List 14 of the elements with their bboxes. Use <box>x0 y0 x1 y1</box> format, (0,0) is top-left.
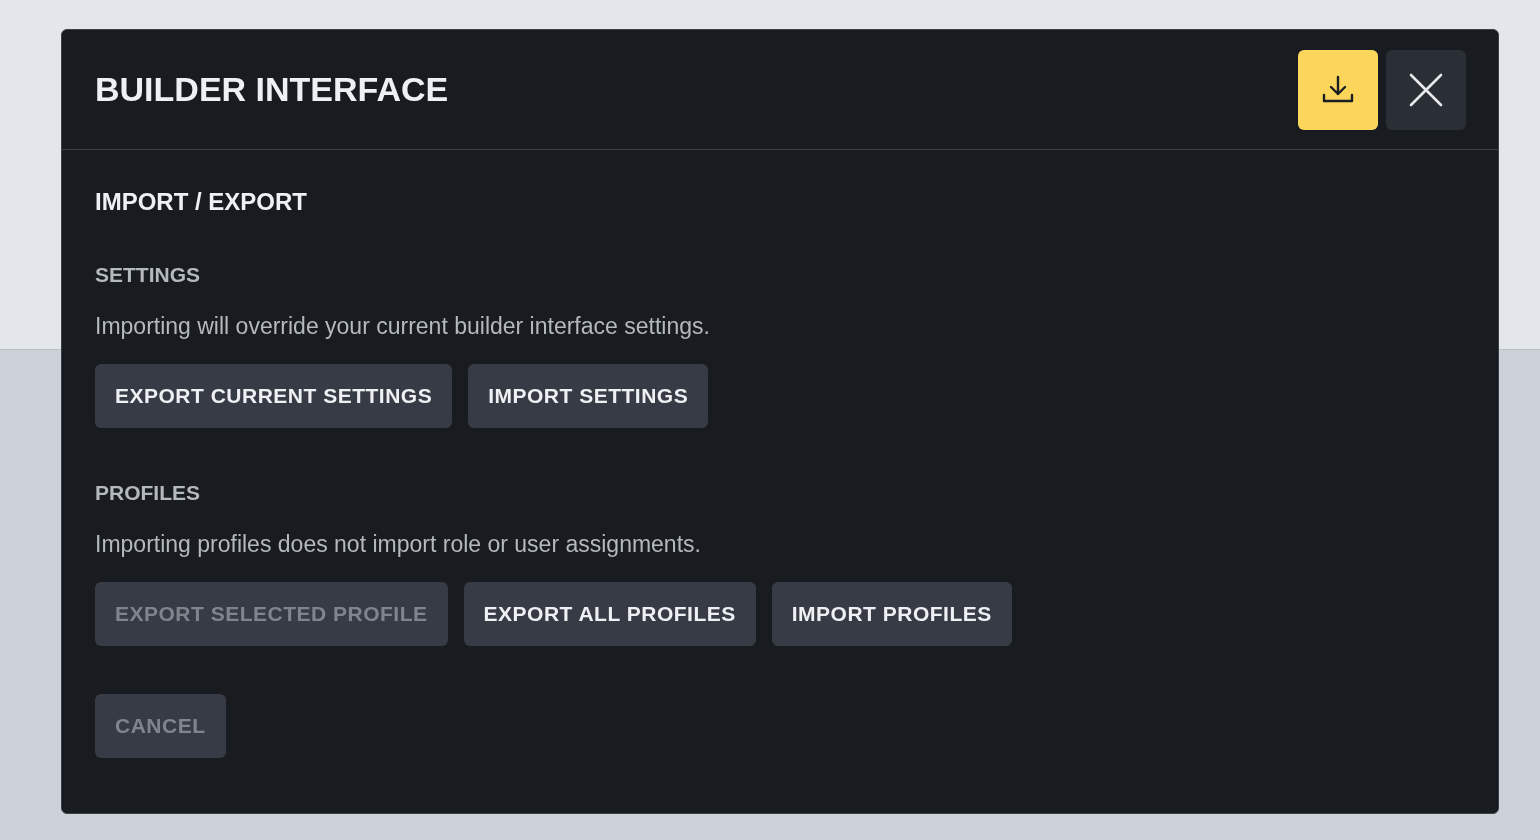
action-button[interactable]: EXPORT ALL PROFILES <box>463 582 756 646</box>
group-label: SETTINGS <box>95 262 201 288</box>
group-label: PROFILES <box>95 480 201 506</box>
group-description: Importing will override your current builder interface settings. <box>95 312 711 340</box>
action-button[interactable]: IMPORT SETTINGS <box>468 364 709 428</box>
group-description: Importing profiles does not import role or user assignments. <box>95 530 702 558</box>
action-button[interactable]: EXPORT CURRENT SETTINGS <box>95 364 453 428</box>
section-title: IMPORT / EXPORT <box>95 188 308 216</box>
download-button[interactable] <box>1298 49 1378 130</box>
dialog-title: BUILDER INTERFACE <box>95 69 449 110</box>
close-button[interactable] <box>1386 49 1466 130</box>
action-button[interactable]: IMPORT PROFILES <box>771 582 1012 646</box>
download-icon <box>1321 74 1355 105</box>
close-icon <box>1409 72 1443 107</box>
